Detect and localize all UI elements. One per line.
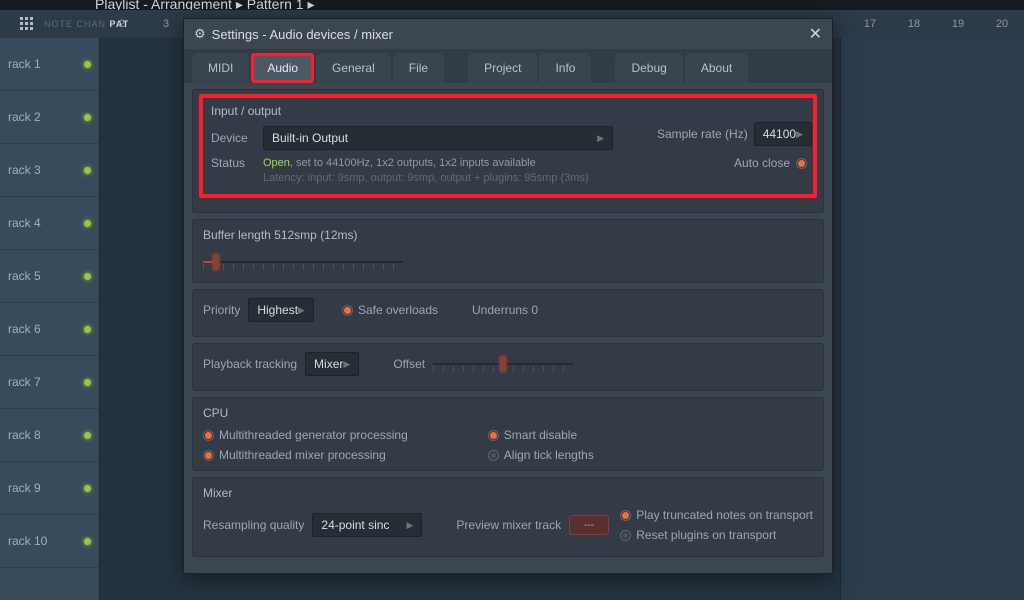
cpu-opt-align[interactable]: Align tick lengths: [488, 448, 594, 462]
track-row[interactable]: rack 9: [0, 462, 99, 515]
sample-rate-label: Sample rate (Hz): [657, 127, 748, 141]
tick: 2: [100, 18, 144, 30]
resample-label: Resampling quality: [203, 518, 304, 532]
underruns-label: Underruns 0: [472, 303, 538, 317]
gear-icon: ⚙: [194, 26, 206, 42]
settings-tabs: MIDI Audio General File Project Info Deb…: [184, 49, 832, 83]
preview-label: Preview mixer track: [456, 518, 561, 532]
track-row[interactable]: rack 4: [0, 197, 99, 250]
tab-project[interactable]: Project: [468, 53, 537, 83]
io-panel: Input / output Device Built-in Output▶ S…: [192, 89, 824, 213]
tick: 3: [144, 18, 188, 30]
mixer-heading: Mixer: [203, 486, 813, 500]
track-active-icon[interactable]: [84, 326, 91, 333]
buffer-heading: Buffer length 512smp (12ms): [203, 228, 813, 242]
tab-general[interactable]: General: [316, 53, 391, 83]
preview-track-select[interactable]: ---: [569, 515, 609, 535]
tab-audio[interactable]: Audio: [251, 53, 314, 83]
tick: 17: [848, 18, 892, 30]
track-list: rack 1 rack 2 rack 3 rack 4 rack 5 rack …: [0, 38, 100, 600]
sample-rate-select[interactable]: 44100▶: [754, 122, 812, 146]
track-active-icon[interactable]: [84, 114, 91, 121]
track-row[interactable]: rack 6: [0, 303, 99, 356]
tick: 18: [892, 18, 936, 30]
cpu-heading: CPU: [203, 406, 813, 420]
offset-label: Offset: [393, 357, 425, 371]
offset-slider[interactable]: [433, 352, 573, 376]
io-heading: Input / output: [211, 104, 805, 118]
tab-about[interactable]: About: [685, 53, 748, 83]
track-active-icon[interactable]: [84, 273, 91, 280]
settings-title: Settings - Audio devices / mixer: [212, 27, 393, 42]
device-label: Device: [211, 131, 255, 145]
mode-labels: NOTE CHAN: [44, 19, 106, 29]
track-row[interactable]: rack 3: [0, 144, 99, 197]
tracking-label: Playback tracking: [203, 357, 297, 371]
mixer-opt-reset[interactable]: Reset plugins on transport: [620, 528, 813, 542]
status-text: Open, set to 44100Hz, 1x2 outputs, 1x2 i…: [263, 157, 536, 169]
io-highlight-box: Input / output Device Built-in Output▶ S…: [199, 94, 817, 198]
track-row[interactable]: rack 1: [0, 38, 99, 91]
tab-info[interactable]: Info: [539, 53, 591, 83]
chevron-right-icon: ▶: [597, 133, 604, 144]
status-label: Status: [211, 156, 255, 170]
track-row[interactable]: rack 5: [0, 250, 99, 303]
track-active-icon[interactable]: [84, 432, 91, 439]
priority-label: Priority: [203, 303, 240, 317]
tracking-panel: Playback tracking Mixer▶ Offset: [192, 343, 824, 391]
grid-icon[interactable]: [20, 17, 34, 31]
close-icon[interactable]: ✕: [809, 24, 822, 44]
settings-titlebar[interactable]: ⚙ Settings - Audio devices / mixer ✕: [184, 19, 832, 49]
track-active-icon[interactable]: [84, 167, 91, 174]
cpu-panel: CPU Multithreaded generator processing M…: [192, 397, 824, 471]
tick: 20: [980, 18, 1024, 30]
track-row[interactable]: rack 2: [0, 91, 99, 144]
track-row[interactable]: rack 7: [0, 356, 99, 409]
auto-close-toggle[interactable]: [796, 158, 807, 169]
track-active-icon[interactable]: [84, 538, 91, 545]
resample-select[interactable]: 24-point sinc▶: [312, 513, 422, 537]
tick: 19: [936, 18, 980, 30]
priority-select[interactable]: Highest▶: [248, 298, 314, 322]
track-active-icon[interactable]: [84, 61, 91, 68]
auto-close-label: Auto close: [734, 156, 790, 170]
device-select[interactable]: Built-in Output▶: [263, 126, 613, 150]
track-active-icon[interactable]: [84, 220, 91, 227]
mixer-opt-truncated[interactable]: Play truncated notes on transport: [620, 508, 813, 522]
tab-file[interactable]: File: [393, 53, 444, 83]
cpu-opt-mtgen[interactable]: Multithreaded generator processing: [203, 428, 408, 442]
cpu-opt-smart[interactable]: Smart disable: [488, 428, 594, 442]
settings-window: ⚙ Settings - Audio devices / mixer ✕ MID…: [183, 18, 833, 574]
track-row[interactable]: rack 10: [0, 515, 99, 568]
buffer-slider[interactable]: [203, 250, 403, 274]
buffer-panel: Buffer length 512smp (12ms): [192, 219, 824, 283]
tab-debug[interactable]: Debug: [615, 53, 682, 83]
tracking-select[interactable]: Mixer▶: [305, 352, 359, 376]
tab-midi[interactable]: MIDI: [192, 53, 249, 83]
safe-overloads-option[interactable]: Safe overloads: [342, 303, 438, 317]
mixer-panel: Mixer Resampling quality 24-point sinc▶ …: [192, 477, 824, 557]
track-active-icon[interactable]: [84, 485, 91, 492]
track-active-icon[interactable]: [84, 379, 91, 386]
priority-panel: Priority Highest▶ Safe overloads Underru…: [192, 289, 824, 337]
cpu-opt-mtmix[interactable]: Multithreaded mixer processing: [203, 448, 408, 462]
latency-text: Latency: input: 9smp, output: 9smp, outp…: [263, 172, 589, 184]
track-row[interactable]: rack 8: [0, 409, 99, 462]
